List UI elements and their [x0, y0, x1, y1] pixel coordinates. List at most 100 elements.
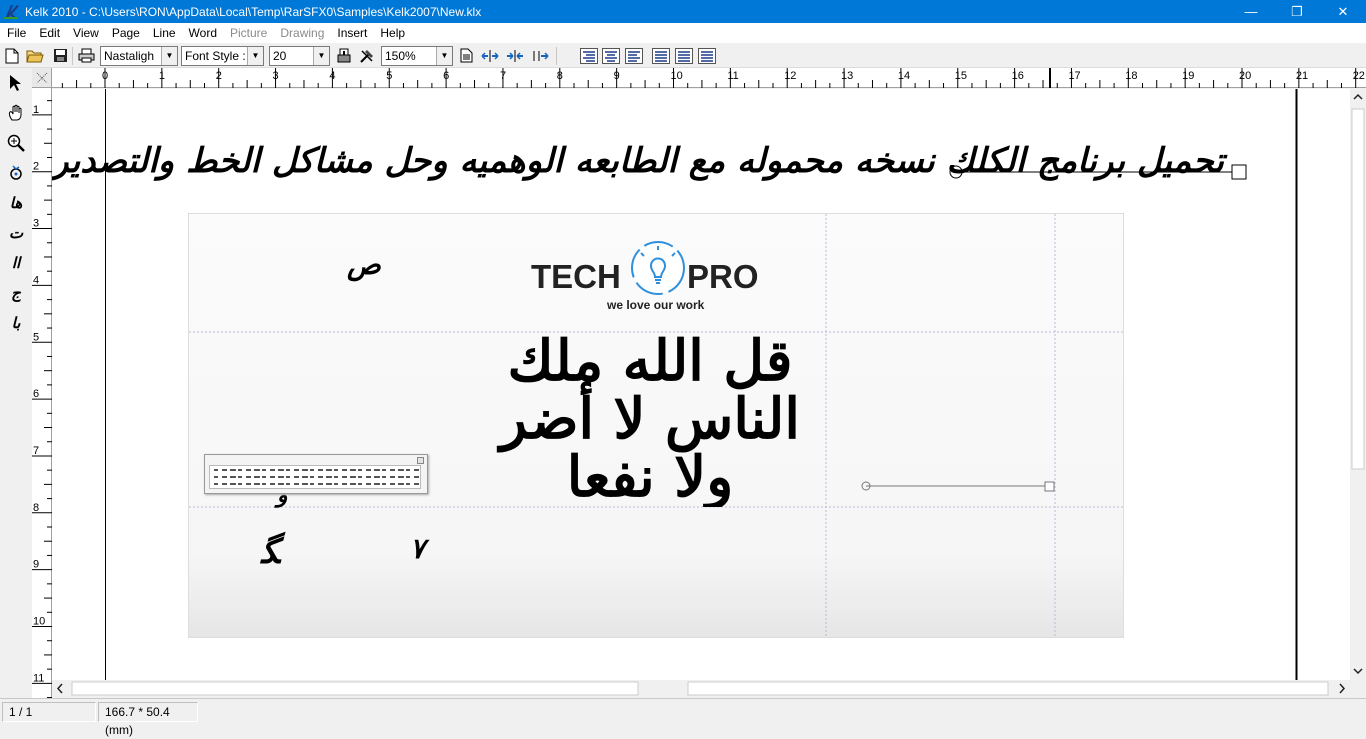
palette-glyph[interactable] [278, 483, 284, 485]
palette-glyph[interactable] [246, 469, 251, 471]
palette-glyph[interactable] [366, 483, 371, 485]
palette-glyph[interactable] [310, 469, 314, 471]
palette-glyph[interactable] [262, 476, 266, 478]
palette-glyph[interactable] [230, 476, 236, 478]
font-select[interactable]: Nastaligh ▼ [100, 46, 178, 66]
print-button[interactable] [76, 45, 96, 66]
align-left-button[interactable] [624, 45, 644, 66]
heading-calligraphy-line[interactable]: تحميل برنامج الكلك نسخه محموله مع الطابع… [52, 121, 1224, 201]
palette-glyph[interactable] [382, 483, 386, 485]
align-center-button[interactable] [601, 45, 621, 66]
palette-glyph[interactable] [382, 469, 386, 471]
small-glyph-sad[interactable]: ص [347, 248, 381, 281]
palette-glyph[interactable] [326, 469, 332, 471]
palette-glyph[interactable] [390, 476, 395, 478]
palette-glyph[interactable] [278, 469, 284, 471]
palette-glyph[interactable] [294, 483, 299, 485]
palette-glyph[interactable] [214, 483, 218, 485]
palette-glyph[interactable] [398, 476, 404, 478]
page-align-left-button[interactable] [697, 45, 717, 66]
restore-button[interactable]: ❐ [1274, 0, 1320, 23]
palette-glyph[interactable] [302, 483, 308, 485]
palette-glyph[interactable] [294, 469, 299, 471]
select-tool[interactable] [4, 71, 28, 95]
palette-glyph[interactable] [286, 469, 290, 471]
page-setup-button[interactable] [456, 45, 476, 66]
small-glyph-gaf[interactable]: ﮕ [261, 532, 280, 572]
hand-tool[interactable] [4, 101, 28, 125]
palette-glyph[interactable] [222, 483, 227, 485]
character-palette-grid[interactable] [209, 465, 421, 489]
menu-word[interactable]: Word [182, 23, 223, 43]
palette-glyph[interactable] [254, 483, 260, 485]
palette-glyph[interactable] [414, 469, 419, 471]
vertical-scrollbar[interactable] [1350, 89, 1366, 680]
horizontal-scrollbar[interactable] [52, 680, 1350, 697]
palette-glyph[interactable] [374, 476, 380, 478]
palette-glyph[interactable] [238, 483, 242, 485]
palette-glyph[interactable] [374, 469, 380, 471]
tools-button[interactable] [357, 45, 377, 66]
justify-spread-button[interactable] [480, 45, 500, 66]
palette-glyph[interactable] [238, 476, 242, 478]
menu-edit[interactable]: Edit [32, 23, 66, 43]
palette-glyph[interactable] [326, 483, 332, 485]
zoom-tool[interactable] [4, 131, 28, 155]
palette-glyph[interactable] [230, 483, 236, 485]
palette-glyph[interactable] [358, 483, 362, 485]
minimize-button[interactable]: — [1228, 0, 1274, 23]
palette-glyph[interactable] [286, 483, 290, 485]
palette-glyph[interactable] [350, 476, 356, 478]
palette-glyph[interactable] [246, 483, 251, 485]
ligature-tool-ta[interactable]: ت [4, 221, 28, 245]
palette-glyph[interactable] [334, 469, 338, 471]
menu-drawing[interactable]: Drawing [273, 23, 330, 43]
menu-file[interactable]: File [0, 23, 32, 43]
open-file-button[interactable] [25, 45, 45, 66]
palette-glyph[interactable] [334, 476, 338, 478]
palette-glyph[interactable] [222, 476, 227, 478]
ligature-tool-ha[interactable]: ها [4, 191, 28, 215]
palette-glyph[interactable] [406, 476, 410, 478]
palette-glyph[interactable] [262, 469, 266, 471]
menu-help[interactable]: Help [373, 23, 411, 43]
palette-glyph[interactable] [278, 476, 284, 478]
palette-glyph[interactable] [350, 483, 356, 485]
palette-glyph[interactable] [246, 476, 251, 478]
close-button[interactable]: ✕ [1320, 0, 1366, 23]
palette-glyph[interactable] [270, 483, 275, 485]
palette-glyph[interactable] [326, 476, 332, 478]
palette-glyph[interactable] [358, 476, 362, 478]
palette-glyph[interactable] [406, 483, 410, 485]
palette-glyph[interactable] [254, 469, 260, 471]
palette-glyph[interactable] [270, 476, 275, 478]
embedded-picture[interactable]: TECH PRO we love our work قل الله ملك ال… [188, 213, 1124, 638]
palette-glyph[interactable] [310, 476, 314, 478]
ligature-tool-ba[interactable]: با [4, 311, 28, 335]
small-glyph-seven[interactable]: ٧ [410, 532, 425, 565]
palette-glyph[interactable] [342, 483, 347, 485]
font-style-select[interactable]: Font Style : ▼ [181, 46, 264, 66]
palette-glyph[interactable] [318, 476, 323, 478]
palette-glyph[interactable] [302, 469, 308, 471]
palette-glyph[interactable] [214, 469, 218, 471]
palette-glyph[interactable] [334, 483, 338, 485]
menu-page[interactable]: Page [105, 23, 146, 43]
new-file-button[interactable] [2, 45, 22, 66]
palette-glyph[interactable] [390, 483, 395, 485]
palette-glyph[interactable] [342, 476, 347, 478]
palette-glyph[interactable] [262, 483, 266, 485]
palette-glyph[interactable] [382, 476, 386, 478]
ligature-tool-alef[interactable]: اا [4, 251, 28, 275]
character-palette-window[interactable] [204, 454, 428, 494]
palette-glyph[interactable] [406, 469, 410, 471]
palette-glyph[interactable] [286, 476, 290, 478]
font-size-select[interactable]: 20 ▼ [269, 46, 330, 66]
palette-glyph[interactable] [254, 476, 260, 478]
justify-center-button[interactable] [505, 45, 525, 66]
palette-glyph[interactable] [358, 469, 362, 471]
calligraphy-artwork[interactable]: قل الله ملك الناس لا أضر ولا نفعا [475, 332, 825, 507]
palette-glyph[interactable] [366, 469, 371, 471]
menu-line[interactable]: Line [146, 23, 182, 43]
save-button[interactable] [50, 45, 70, 66]
